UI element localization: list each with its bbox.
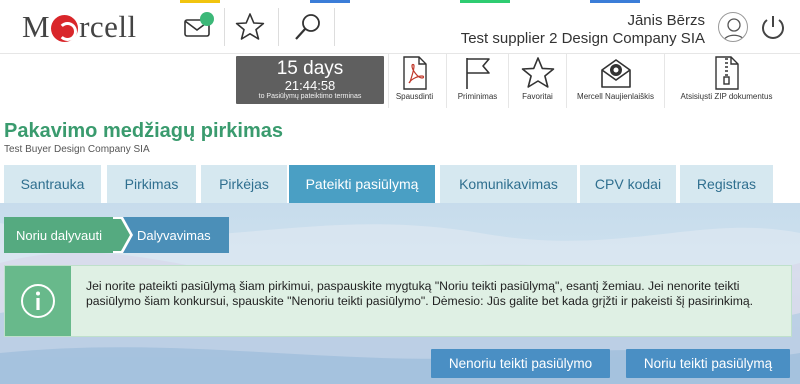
- deadline-time: 21:44:58: [284, 78, 336, 93]
- info-icon: [21, 284, 55, 318]
- tab-register[interactable]: Registras: [680, 165, 773, 203]
- decline-offer-button[interactable]: Nenoriu teikti pasiūlymo: [431, 349, 610, 378]
- top-accent-strip: [0, 0, 800, 3]
- deadline-countdown: 15 days 21:44:58 to Pasiūlymų pateiktimo…: [236, 56, 384, 104]
- print-label: Spausdinti: [395, 92, 434, 101]
- reminder-action[interactable]: Priminimas: [446, 54, 508, 108]
- info-message: Jei norite pateikti pasiūlymą šiam pirki…: [4, 265, 792, 337]
- star-outline-icon: [235, 13, 265, 40]
- logout-button[interactable]: [758, 13, 788, 43]
- step-want-to-participate[interactable]: Noriu dalyvauti: [4, 217, 114, 253]
- favorite-action[interactable]: Favoritai: [508, 54, 566, 108]
- flag-icon: [465, 58, 490, 89]
- divider: [224, 8, 225, 46]
- tab-submit-offer[interactable]: Pateikti pasiūlymą: [289, 165, 435, 203]
- step-arrow-icon: [113, 217, 133, 253]
- avatar[interactable]: [718, 12, 748, 42]
- search-icon: [295, 14, 320, 40]
- info-icon-box: [5, 266, 71, 336]
- tab-procurement[interactable]: Pirkimas: [107, 165, 196, 203]
- star-icon: [521, 57, 554, 88]
- unread-indicator: [200, 12, 214, 26]
- user-avatar-icon: [722, 18, 746, 41]
- deadline-label: to Pasiūlymų pateiktimo terminas: [258, 93, 362, 100]
- user-company: Test supplier 2 Design Company SIA: [460, 30, 705, 47]
- zip-download-label: Atsisiųsti ZIP dokumentus: [680, 92, 773, 101]
- page-title: Pakavimo medžiagų pirkimas: [4, 120, 284, 142]
- tab-cpv-codes[interactable]: CPV kodai: [580, 165, 676, 203]
- power-icon: [762, 16, 784, 39]
- divider: [334, 8, 335, 46]
- step-participation[interactable]: Dalyvavimas: [123, 217, 229, 253]
- deadline-days: 15 days: [276, 58, 344, 79]
- newsletter-icon: [600, 59, 631, 88]
- pdf-icon: [402, 56, 427, 90]
- zip-download-action[interactable]: Atsisiųsti ZIP dokumentus: [664, 54, 788, 108]
- tab-summary[interactable]: Santrauka: [4, 165, 101, 203]
- newsletter-label: Mercell Naujienlaiškis: [577, 92, 654, 101]
- favorites-button[interactable]: [231, 8, 269, 46]
- page-root: Mrcell Jānis Bērzs Test supplier 2 Desig…: [0, 0, 800, 384]
- reminder-label: Priminimas: [457, 92, 498, 101]
- tab-communication[interactable]: Komunikavimas: [440, 165, 577, 203]
- logo-mark-icon: [51, 14, 79, 42]
- messages-button[interactable]: [180, 8, 218, 46]
- logo-text-end: rcell: [79, 9, 137, 44]
- logo-text-start: M: [22, 9, 51, 44]
- favorite-label: Favoritai: [522, 92, 553, 101]
- zip-icon: [714, 56, 739, 90]
- user-name[interactable]: Jānis Bērzs: [627, 12, 705, 29]
- print-action[interactable]: Spausdinti: [388, 54, 440, 108]
- top-bar: Mrcell Jānis Bērzs Test supplier 2 Desig…: [0, 0, 800, 54]
- tab-buyer[interactable]: Pirkėjas: [201, 165, 287, 203]
- search-button[interactable]: [289, 8, 327, 46]
- divider: [278, 8, 279, 46]
- submit-offer-button[interactable]: Noriu teikti pasiūlymą: [626, 349, 790, 378]
- buyer-name[interactable]: Test Buyer Design Company SIA: [4, 144, 150, 155]
- info-text: Jei norite pateikti pasiūlymą šiam pirki…: [86, 279, 754, 308]
- mercell-logo[interactable]: Mrcell: [22, 9, 137, 45]
- newsletter-action[interactable]: Mercell Naujienlaiškis: [566, 54, 664, 108]
